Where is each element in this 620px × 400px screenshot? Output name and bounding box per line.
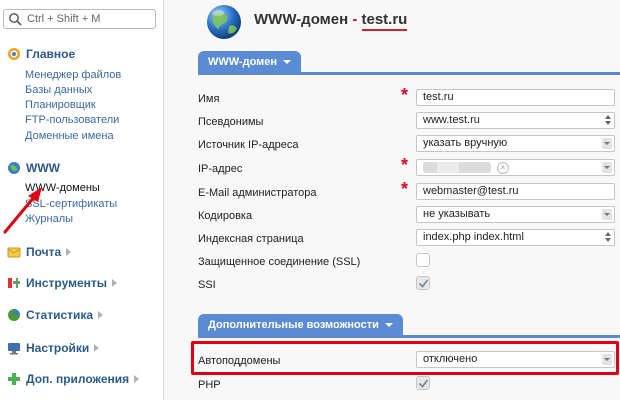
dropdown-arrow-icon	[602, 138, 612, 149]
field-label: Кодировка	[198, 210, 253, 222]
encoding-value: не указывать	[423, 208, 491, 220]
plus-icon	[8, 373, 20, 385]
form-row-email: E-Mail администратора * webmaster@test.r…	[198, 180, 620, 202]
tab-label: Дополнительные возможности	[208, 318, 379, 331]
expand-arrow-icon	[112, 279, 118, 287]
admin-email-input[interactable]: webmaster@test.ru	[416, 183, 615, 200]
search-icon	[9, 13, 22, 26]
page-title-domain: test.ru	[361, 11, 408, 31]
field-label: E-Mail администратора	[198, 187, 317, 199]
sidebar: Главное Менеджер файлов Базы данных План…	[0, 0, 164, 400]
sidebar-section-label: Доп. приложения	[26, 372, 130, 386]
remove-icon[interactable]: ×	[497, 162, 509, 174]
field-label: SSI	[198, 279, 216, 291]
chevron-down-icon	[283, 59, 292, 64]
aliases-input[interactable]: www.test.ru	[416, 112, 615, 129]
index-page-input[interactable]: index.php index.html	[416, 229, 615, 246]
dropdown-arrow-icon	[602, 209, 612, 220]
form-row-aliases: Псевдонимы www.test.ru	[198, 109, 620, 131]
checkmark-icon	[418, 379, 429, 388]
sidebar-section-label: Статистика	[26, 308, 94, 322]
ssi-checkbox[interactable]	[416, 276, 430, 290]
field-label: Имя	[198, 93, 220, 105]
ip-source-select[interactable]: указать вручную	[416, 135, 615, 152]
form-row-ssi: SSI	[198, 272, 620, 294]
form-row-ssl: Защищенное соединение (SSL)	[198, 249, 620, 271]
encoding-select[interactable]: не указывать	[416, 206, 615, 223]
field-label: Псевдонимы	[198, 116, 264, 128]
tab-underline	[198, 72, 620, 75]
ssl-checkbox[interactable]	[416, 253, 430, 267]
globe-icon	[8, 162, 20, 174]
form-row-php: PHP	[198, 372, 620, 394]
sidebar-item-scheduler[interactable]: Планировщик	[25, 99, 96, 111]
ip-source-value: указать вручную	[423, 137, 508, 149]
sidebar-item-ftp-users[interactable]: FTP-пользователи	[25, 114, 119, 126]
form-row-name: Имя * test.ru	[198, 86, 620, 108]
page-title: WWW-домен - test.ru	[254, 11, 408, 31]
ip-select[interactable]: ×	[416, 159, 615, 176]
settings-monitor-icon	[8, 343, 20, 355]
field-label: Индексная страница	[198, 233, 304, 245]
pie-chart-icon	[8, 309, 20, 321]
index-page-value: index.php index.html	[423, 231, 524, 243]
expand-arrows-icon[interactable]	[605, 232, 611, 243]
sidebar-section-settings[interactable]: Настройки	[7, 340, 100, 356]
form-row-encoding: Кодировка не указывать	[198, 203, 620, 225]
sidebar-section-main[interactable]: Главное	[7, 46, 75, 62]
field-label: IP-адрес	[198, 163, 243, 175]
globe-icon	[207, 5, 241, 39]
tab-label: WWW-домен	[208, 55, 278, 68]
sidebar-section-label: Почта	[26, 245, 62, 259]
tab-extra-features[interactable]: Дополнительные возможности	[198, 314, 403, 335]
form-row-ip: IP-адрес * ×	[198, 156, 620, 178]
aliases-value: www.test.ru	[423, 114, 480, 126]
field-label: PHP	[198, 379, 221, 391]
required-icon: *	[401, 155, 409, 175]
sidebar-item-domain-names[interactable]: Доменные имена	[25, 130, 114, 142]
sidebar-section-tools[interactable]: Инструменты	[7, 275, 118, 291]
ip-chip: ×	[423, 162, 509, 174]
search-box[interactable]	[3, 9, 156, 29]
sidebar-section-label: Инструменты	[26, 276, 108, 290]
name-input[interactable]: test.ru	[416, 89, 615, 106]
expand-arrow-icon	[66, 248, 72, 256]
sidebar-item-databases[interactable]: Базы данных	[25, 84, 92, 96]
page-title-prefix: WWW-домен	[254, 11, 349, 28]
sidebar-section-label: Настройки	[26, 341, 90, 355]
sidebar-item-ssl-certificates[interactable]: SSL-сертификаты	[25, 198, 117, 210]
tools-icon	[8, 278, 20, 288]
gear-icon	[8, 48, 20, 60]
expand-arrow-icon	[98, 311, 104, 319]
required-icon: *	[401, 179, 409, 199]
dropdown-arrow-icon	[602, 162, 612, 173]
php-checkbox[interactable]	[416, 376, 430, 390]
form-row-index: Индексная страница index.php index.html	[198, 226, 620, 248]
required-icon: *	[401, 85, 409, 105]
mail-icon	[7, 247, 21, 258]
field-label: Источник IP-адреса	[198, 139, 299, 151]
chevron-down-icon	[384, 322, 393, 327]
sidebar-section-mail[interactable]: Почта	[7, 244, 72, 260]
tab-www-domain[interactable]: WWW-домен	[198, 51, 302, 72]
sidebar-item-logs[interactable]: Журналы	[25, 213, 73, 225]
sidebar-item-file-manager[interactable]: Менеджер файлов	[25, 69, 121, 81]
search-input[interactable]	[27, 12, 152, 26]
field-label: Защищенное соединение (SSL)	[198, 256, 361, 268]
expand-arrows-icon[interactable]	[605, 115, 611, 126]
sidebar-section-extra-apps[interactable]: Доп. приложения	[7, 371, 140, 387]
expand-arrow-icon	[94, 344, 100, 352]
expand-arrow-icon	[134, 375, 140, 383]
sidebar-section-label: Главное	[26, 47, 76, 61]
tab-underline	[198, 335, 620, 338]
highlight-box	[191, 341, 619, 375]
sidebar-item-www-domains[interactable]: WWW-домены	[25, 182, 100, 194]
sidebar-section-www[interactable]: WWW	[7, 160, 60, 176]
sidebar-section-label: WWW	[26, 161, 60, 175]
form-row-ip-source: Источник IP-адреса указать вручную	[198, 132, 620, 154]
page-title-dash: -	[352, 11, 358, 28]
sidebar-section-statistics[interactable]: Статистика	[7, 307, 104, 323]
checkmark-icon	[418, 279, 429, 288]
